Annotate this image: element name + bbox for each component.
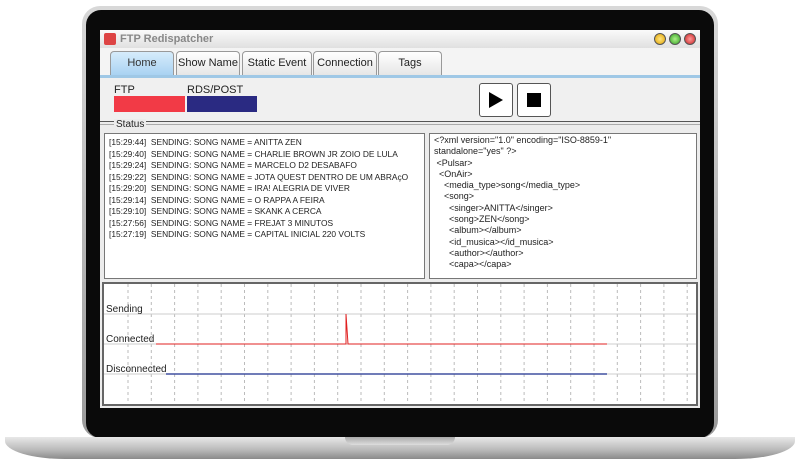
app-window: FTP Redispatcher Home Show Name Static E… [100,30,700,408]
ftp-indicator [114,96,185,112]
xml-line: <singer>ANITTA</singer> [434,202,553,213]
play-icon [489,92,503,108]
close-button[interactable] [684,33,696,45]
xml-line: <Pulsar> [434,157,473,168]
connected-series [156,313,607,345]
xml-line: <OnAir> [434,168,473,179]
xml-line: <author></author> [434,247,524,258]
xml-line: <id_musica></id_musica> [434,236,554,247]
play-button[interactable] [479,83,513,117]
log-entry: [15:27:56] SENDING: SONG NAME = FREJAT 3… [109,217,334,228]
log-entry: [15:29:10] SENDING: SONG NAME = SKANK A … [109,206,322,216]
rds-post-indicator [187,96,257,112]
log-entry: [15:29:44] SENDING: SONG NAME = ANITTA Z… [109,137,302,147]
xml-line: <capa></capa> [434,259,512,270]
timeline-svg: Sending Connected Disconnected [104,284,696,404]
xml-preview[interactable]: <?xml version="1.0" encoding="ISO-8859-1… [429,133,697,279]
xml-line: <song> [434,191,475,202]
xml-line: <?xml version="1.0" encoding="ISO-8859-1… [434,135,612,145]
connection-timeline: Sending Connected Disconnected [102,282,698,406]
level-label-sending: Sending [106,304,143,315]
rds-post-label: RDS/POST [187,84,244,96]
xml-line: <media_type>song</media_type> [434,180,581,191]
tab-tags[interactable]: Tags [378,51,442,75]
indicator-row: FTP RDS/POST [100,78,700,122]
tab-home[interactable]: Home [110,51,174,75]
level-label-disconnected: Disconnected [106,364,167,375]
stop-icon [527,93,541,107]
log-entry: [15:29:40] SENDING: SONG NAME = CHARLIE … [109,148,398,159]
title-bar: FTP Redispatcher [100,30,700,48]
minimize-button[interactable] [654,33,666,45]
status-label: Status [114,119,147,130]
log-entry: [15:27:19] SENDING: SONG NAME = CAPITAL … [109,229,366,239]
xml-line: standalone="yes" ?> [434,146,517,157]
laptop-notch [345,437,455,445]
app-icon [104,33,116,45]
level-label-connected: Connected [106,334,154,345]
xml-line: <album></album> [434,225,522,236]
maximize-button[interactable] [669,33,681,45]
tab-show-name[interactable]: Show Name [176,51,240,75]
tab-connection[interactable]: Connection [313,51,377,75]
log-entry: [15:29:22] SENDING: SONG NAME = JOTA QUE… [109,171,409,182]
log-list[interactable]: [15:29:44] SENDING: SONG NAME = ANITTA Z… [104,133,425,279]
stop-button[interactable] [517,83,551,117]
log-entry: [15:29:14] SENDING: SONG NAME = O RAPPA … [109,194,325,205]
tab-static-event[interactable]: Static Event [242,51,312,75]
xml-line: <song>ZEN</song> [434,214,530,225]
tab-bar: Home Show Name Static Event Connection T… [100,48,700,76]
status-group: Status [15:29:44] SENDING: SONG NAME = A… [100,119,700,282]
log-entry: [15:29:24] SENDING: SONG NAME = MARCELO … [109,160,357,170]
log-entry: [15:29:20] SENDING: SONG NAME = IRA! ALE… [109,183,350,193]
window-title: FTP Redispatcher [120,33,214,45]
ftp-label: FTP [114,84,135,96]
